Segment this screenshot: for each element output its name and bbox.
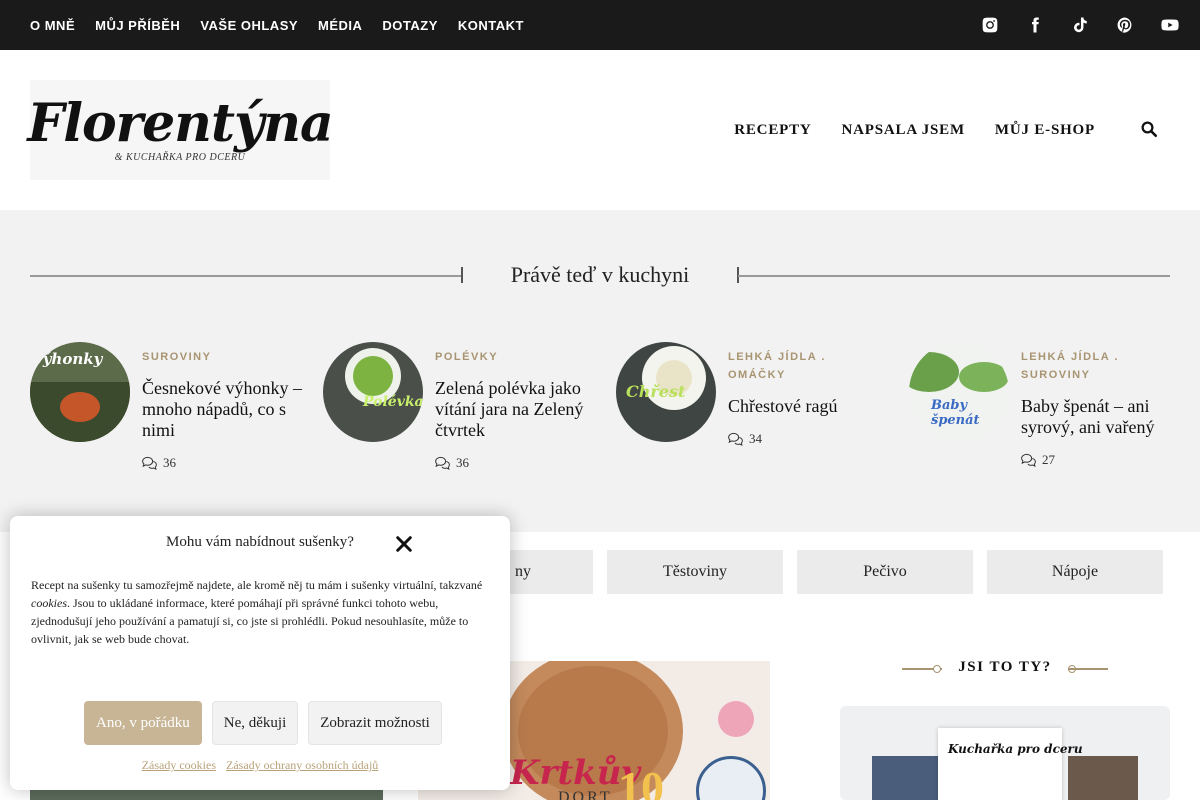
category-buttons: ny Těstoviny Pečivo Nápoje xyxy=(417,550,1163,594)
widget-heading: JSI TO TY? xyxy=(840,655,1170,683)
comments-icon xyxy=(728,432,743,446)
promo-subtitle: DORT xyxy=(558,789,613,800)
post-thumbnail[interactable]: Baby špenát xyxy=(909,342,1009,442)
cookie-text-part: . Jsou to ukládané informace, které pomá… xyxy=(31,596,469,646)
post-title[interactable]: Česnekové výhonky – mnoho nápadů, co s n… xyxy=(142,378,302,441)
post-comments[interactable]: 34 xyxy=(728,431,888,447)
comments-count: 36 xyxy=(456,455,469,470)
logo-subtitle: & KUCHAŘKA PRO DCERU xyxy=(114,151,246,163)
topnav-media[interactable]: MÉDIA xyxy=(318,18,362,33)
cookie-text-part: Recept na sušenky tu samozřejmě najdete,… xyxy=(31,578,483,592)
instagram-icon[interactable] xyxy=(980,15,1000,35)
comments-count: 27 xyxy=(1042,452,1055,467)
section-title: Právě teď v kuchyni xyxy=(510,262,690,287)
topnav-kontakt[interactable]: KONTAKT xyxy=(458,18,524,33)
post-card: Baby špenát LEHKÁ JÍDLA . SUROVINY Baby … xyxy=(909,342,1189,472)
post-title[interactable]: Zelená polévka jako vítání jara na Zelen… xyxy=(435,378,595,441)
category-button[interactable]: Těstoviny xyxy=(607,550,783,594)
flower-decoration xyxy=(718,701,754,737)
cookie-policy-links: Zásady cookies Zásady ochrany osobních ú… xyxy=(10,758,510,773)
nav-muj-eshop[interactable]: MŮJ E-SHOP xyxy=(995,122,1095,139)
post-comments[interactable]: 27 xyxy=(1021,452,1181,468)
post-category[interactable]: LEHKÁ JÍDLA . OMÁČKY xyxy=(728,348,888,384)
post-comments[interactable]: 36 xyxy=(142,455,302,471)
site-logo[interactable]: Florentýna & KUCHAŘKA PRO DCERU xyxy=(27,80,334,180)
post-body: LEHKÁ JÍDLA . SUROVINY Baby špenát – ani… xyxy=(1021,348,1181,468)
facebook-icon[interactable] xyxy=(1025,15,1045,35)
post-title[interactable]: Baby špenát – ani syrový, ani vařený xyxy=(1021,396,1181,438)
cookie-policy-link[interactable]: Zásady cookies xyxy=(142,758,216,773)
section-heading: Právě teď v kuchyni xyxy=(30,258,1170,294)
post-body: LEHKÁ JÍDLA . OMÁČKY Chřestové ragú 34 xyxy=(728,348,888,447)
bowl-image xyxy=(696,756,766,800)
cookie-text-emphasis: cookies xyxy=(31,596,67,610)
cookie-options-button[interactable]: Zobrazit možnosti xyxy=(308,701,442,745)
post-card: Polévka POLÉVKY Zelená polévka jako vítá… xyxy=(323,342,603,472)
post-title[interactable]: Chřestové ragú xyxy=(728,396,888,417)
thumbnail-caption: Baby špenát xyxy=(931,398,980,428)
comments-count: 36 xyxy=(163,455,176,470)
tiktok-icon[interactable] xyxy=(1070,15,1090,35)
cookie-dialog-title: Mohu vám nabídnout sušenky? xyxy=(166,534,354,550)
topnav-dotazy[interactable]: DOTAZY xyxy=(382,18,437,33)
book-cover: Kuchařka pro dceru xyxy=(938,728,1083,800)
post-body: SUROVINY Česnekové výhonky – mnoho nápad… xyxy=(142,348,302,471)
search-icon[interactable] xyxy=(1140,120,1160,140)
post-comments[interactable]: 36 xyxy=(435,455,595,471)
book-title: Kuchařka pro dceru xyxy=(948,742,1083,756)
comments-icon xyxy=(142,456,157,470)
cookie-dialog-text: Recept na sušenky tu samozřejmě najdete,… xyxy=(31,576,491,648)
post-body: POLÉVKY Zelená polévka jako vítání jara … xyxy=(435,348,595,471)
post-thumbnail[interactable]: Polévka xyxy=(323,342,423,442)
topnav-o-mne[interactable]: O MNĚ xyxy=(30,18,75,33)
pinterest-icon[interactable] xyxy=(1115,15,1135,35)
privacy-policy-link[interactable]: Zásady ochrany osobních údajů xyxy=(226,758,378,773)
main-nav: RECEPTY NAPSALA JSEM MŮJ E-SHOP xyxy=(734,100,1095,160)
promo-number: 10 xyxy=(618,762,664,800)
book-photo xyxy=(1068,756,1138,800)
nav-recepty[interactable]: RECEPTY xyxy=(734,122,811,139)
thumbnail-caption: Polévka xyxy=(363,394,423,410)
post-thumbnail[interactable]: výhonky xyxy=(30,342,130,442)
close-icon[interactable] xyxy=(395,535,413,553)
thumbnail-caption: Chřest xyxy=(626,382,686,401)
widget-title: JSI TO TY? xyxy=(958,659,1052,675)
post-card: Chřest LEHKÁ JÍDLA . OMÁČKY Chřestové ra… xyxy=(616,342,896,472)
posts-row: výhonky SUROVINY Česnekové výhonky – mno… xyxy=(30,342,1170,482)
comments-count: 34 xyxy=(749,431,762,446)
social-links xyxy=(980,0,1180,50)
divider-line xyxy=(1068,668,1108,670)
thumbnail-caption: výhonky xyxy=(34,350,103,368)
post-category[interactable]: SUROVINY xyxy=(142,348,302,366)
deny-cookies-button[interactable]: Ne, děkuji xyxy=(211,701,299,745)
topnav-muj-pribeh[interactable]: MŮJ PŘÍBĚH xyxy=(95,18,180,33)
youtube-icon[interactable] xyxy=(1160,15,1180,35)
post-category[interactable]: LEHKÁ JÍDLA . SUROVINY xyxy=(1021,348,1181,384)
book-promo[interactable]: Kuchařka pro dceru xyxy=(840,706,1170,800)
landscape-image[interactable] xyxy=(30,790,383,800)
top-nav: O MNĚ MŮJ PŘÍBĚH VAŠE OHLASY MÉDIA DOTAZ… xyxy=(30,0,524,50)
top-bar: O MNĚ MŮJ PŘÍBĚH VAŠE OHLASY MÉDIA DOTAZ… xyxy=(0,0,1200,50)
logo-text: Florentýna xyxy=(27,92,333,154)
category-button[interactable]: Nápoje xyxy=(987,550,1163,594)
topnav-vase-ohlasy[interactable]: VAŠE OHLASY xyxy=(200,18,298,33)
nav-napsala-jsem[interactable]: NAPSALA JSEM xyxy=(842,122,965,139)
book-photo xyxy=(872,756,942,800)
accept-cookies-button[interactable]: Ano, v pořádku xyxy=(84,701,202,745)
category-button[interactable]: Pečivo xyxy=(797,550,973,594)
cookie-consent-dialog: Mohu vám nabídnout sušenky? Recept na su… xyxy=(10,516,510,790)
comments-icon xyxy=(1021,453,1036,467)
post-thumbnail[interactable]: Chřest xyxy=(616,342,716,442)
post-category[interactable]: POLÉVKY xyxy=(435,348,595,366)
comments-icon xyxy=(435,456,450,470)
post-card: výhonky SUROVINY Česnekové výhonky – mno… xyxy=(30,342,310,472)
cookie-buttons: Ano, v pořádku Ne, děkuji Zobrazit možno… xyxy=(84,701,442,745)
site-header: Florentýna & KUCHAŘKA PRO DCERU RECEPTY … xyxy=(0,50,1200,210)
